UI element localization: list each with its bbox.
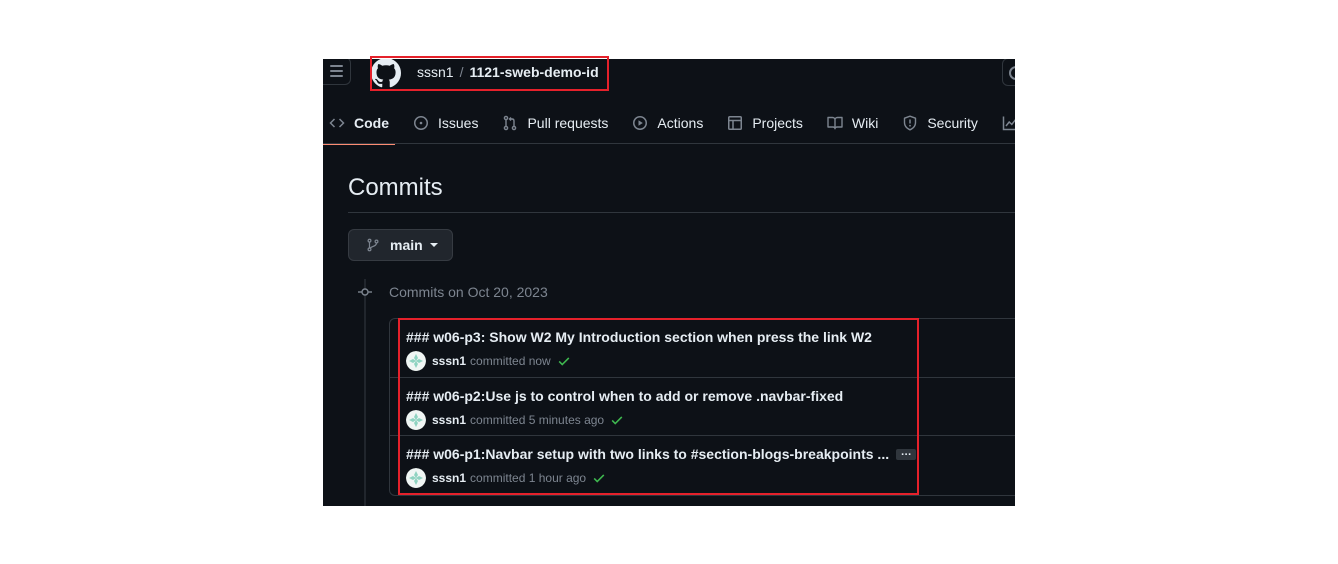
chevron-down-icon <box>429 243 438 247</box>
branch-select-button[interactable]: main <box>348 229 453 261</box>
commit-list: ### w06-p3: Show W2 My Introduction sect… <box>389 318 1015 496</box>
check-icon[interactable] <box>592 471 606 485</box>
menu-line <box>330 70 343 72</box>
title-divider <box>348 212 1015 213</box>
commit-time: committed now <box>470 354 551 368</box>
repo-nav-tabs: Code Issues Pull requests Actions Projec… <box>323 103 1015 145</box>
list-item: ### w06-p3: Show W2 My Introduction sect… <box>390 319 1015 377</box>
shield-icon <box>904 115 917 131</box>
check-icon[interactable] <box>557 354 571 368</box>
list-item: ### w06-p1:Navbar setup with two links t… <box>390 435 1015 494</box>
tab-insights[interactable] <box>996 106 1015 140</box>
expand-message-button[interactable]: … <box>896 446 917 460</box>
github-logo-icon[interactable] <box>371 59 401 88</box>
commit-title-wrap: ### w06-p1:Navbar setup with two links t… <box>406 446 917 463</box>
avatar[interactable] <box>406 468 426 488</box>
menu-line <box>330 75 343 77</box>
commit-author-link[interactable]: sssn1 <box>432 471 466 485</box>
tab-security[interactable]: Security <box>896 106 984 140</box>
hamburger-menu-button[interactable] <box>323 59 351 85</box>
tab-label: Wiki <box>851 115 879 131</box>
commit-title-link[interactable]: ### w06-p3: Show W2 My Introduction sect… <box>406 329 872 346</box>
tab-label: Code <box>354 115 389 131</box>
book-icon <box>827 116 843 130</box>
tab-code[interactable]: Code <box>323 106 395 145</box>
tab-actions[interactable]: Actions <box>626 106 709 140</box>
commit-meta: sssn1 committed 1 hour ago <box>406 468 606 488</box>
play-icon <box>633 116 648 130</box>
code-icon <box>329 118 345 128</box>
commit-title-link[interactable]: ### w06-p1:Navbar setup with two links t… <box>406 446 889 462</box>
menu-line <box>330 65 343 67</box>
header-search-button[interactable] <box>1002 59 1015 86</box>
tab-issues[interactable]: Issues <box>407 106 484 140</box>
tab-label: Actions <box>657 115 704 131</box>
page-title: Commits <box>348 174 443 201</box>
graph-icon <box>1002 116 1015 131</box>
issue-opened-icon <box>414 116 428 130</box>
tab-label: Pull requests <box>527 115 609 131</box>
tab-label: Projects <box>752 115 803 131</box>
commit-group-date: Commits on Oct 20, 2023 <box>389 284 548 300</box>
git-commit-icon <box>358 288 372 296</box>
tab-label: Issues <box>438 115 479 131</box>
github-commits-view: sssn1 / 1121-sweb-demo-id Code Issues Pull… <box>323 59 1015 506</box>
tab-wiki[interactable]: Wiki <box>821 106 884 140</box>
check-icon[interactable] <box>610 413 624 427</box>
commit-title-link[interactable]: ### w06-p2:Use js to control when to add… <box>406 388 843 405</box>
commit-meta: sssn1 committed now <box>406 351 571 371</box>
avatar[interactable] <box>406 410 426 430</box>
table-icon <box>728 116 743 130</box>
repo-name-link[interactable]: 1121-sweb-demo-id <box>469 64 598 80</box>
commit-author-link[interactable]: sssn1 <box>432 354 466 368</box>
commit-time: committed 5 minutes ago <box>470 413 605 427</box>
timeline-line <box>364 279 366 506</box>
tabs-divider <box>323 143 1015 144</box>
git-pull-request-icon <box>504 115 517 131</box>
git-branch-icon <box>367 238 379 252</box>
breadcrumb: sssn1 / 1121-sweb-demo-id <box>417 64 599 81</box>
commit-meta: sssn1 committed 5 minutes ago <box>406 410 624 430</box>
tab-projects[interactable]: Projects <box>721 106 809 140</box>
commit-time: committed 1 hour ago <box>470 471 587 485</box>
branch-name: main <box>390 237 423 253</box>
tab-pull-requests[interactable]: Pull requests <box>496 106 614 140</box>
list-item: ### w06-p2:Use js to control when to add… <box>390 377 1015 436</box>
tab-label: Security <box>927 115 978 131</box>
avatar[interactable] <box>406 351 426 371</box>
breadcrumb-separator: / <box>459 64 464 80</box>
commit-author-link[interactable]: sssn1 <box>432 413 466 427</box>
repo-owner-link[interactable]: sssn1 <box>417 64 454 80</box>
